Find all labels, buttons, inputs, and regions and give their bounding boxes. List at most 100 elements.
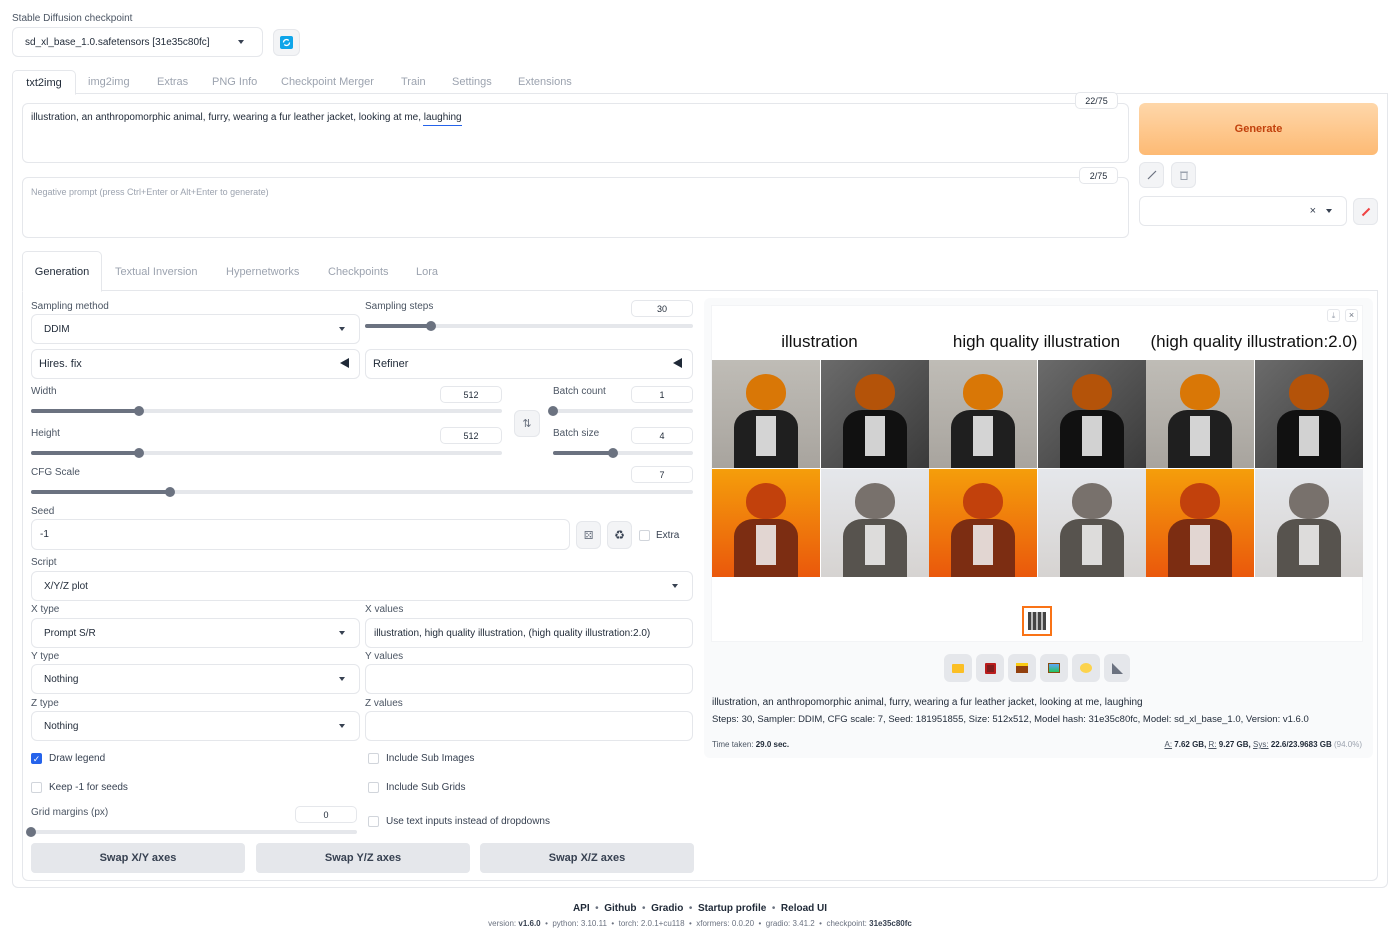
draw-legend-label: Draw legend bbox=[49, 753, 106, 764]
figure-chest bbox=[864, 524, 885, 565]
styles-dropdown[interactable]: × bbox=[1139, 196, 1347, 226]
edit-styles-button[interactable] bbox=[1353, 198, 1378, 225]
cfg-scale-slider[interactable] bbox=[31, 487, 693, 497]
recycle-icon: ♻ bbox=[614, 528, 625, 542]
include-sub-grids-checkbox[interactable] bbox=[368, 782, 379, 793]
send-to-img2img-button[interactable] bbox=[1040, 654, 1068, 682]
sampling-method-dropdown[interactable]: DDIM bbox=[31, 314, 360, 344]
slider-handle[interactable] bbox=[165, 487, 176, 497]
y-type-dropdown[interactable]: Nothing bbox=[31, 664, 360, 694]
x-type-dropdown[interactable]: Prompt S/R bbox=[31, 618, 360, 648]
tab-checkpoint-merger[interactable]: Checkpoint Merger bbox=[281, 76, 374, 88]
height-slider[interactable] bbox=[31, 448, 502, 458]
z-type-dropdown[interactable]: Nothing bbox=[31, 711, 360, 741]
draw-legend-checkbox[interactable]: ✓ bbox=[31, 753, 42, 764]
width-label: Width bbox=[31, 386, 57, 397]
tab-png-info[interactable]: PNG Info bbox=[212, 76, 257, 88]
random-seed-button[interactable]: ⚄ bbox=[576, 521, 601, 549]
close-icon[interactable]: × bbox=[1345, 309, 1358, 322]
include-sub-images-checkbox[interactable] bbox=[368, 753, 379, 764]
hires-fix-accordion[interactable]: Hires. fix bbox=[31, 349, 360, 379]
refiner-accordion[interactable]: Refiner bbox=[365, 349, 693, 379]
slider-handle[interactable] bbox=[26, 827, 36, 837]
tab-extensions[interactable]: Extensions bbox=[518, 76, 572, 88]
checkpoint-dropdown[interactable]: sd_xl_base_1.0.safetensors [31e35c80fc] bbox=[12, 27, 263, 57]
swap-xz-button[interactable]: Swap X/Z axes bbox=[480, 843, 694, 873]
figure-head bbox=[1180, 482, 1220, 519]
z-values-input[interactable] bbox=[365, 711, 693, 741]
grid-header-2: high quality illustration bbox=[952, 332, 1121, 351]
clear-icon[interactable]: × bbox=[1310, 205, 1316, 217]
swap-dimensions-button[interactable]: ⇅ bbox=[514, 410, 540, 437]
keep-seeds-checkbox[interactable] bbox=[31, 782, 42, 793]
generate-button[interactable]: Generate bbox=[1139, 103, 1378, 155]
tab-txt2img[interactable]: txt2img bbox=[12, 70, 76, 95]
download-icon[interactable]: ⤓ bbox=[1327, 309, 1340, 322]
batch-size-slider[interactable] bbox=[553, 448, 693, 458]
swap-xy-button[interactable]: Swap X/Y axes bbox=[31, 843, 245, 873]
pencil-icon bbox=[1361, 207, 1370, 216]
chevron-down-icon bbox=[238, 40, 244, 44]
footer-link-reload-ui[interactable]: Reload UI bbox=[781, 903, 827, 914]
grid-cell-image bbox=[1254, 468, 1363, 577]
tab-extras[interactable]: Extras bbox=[157, 76, 188, 88]
read-params-button[interactable] bbox=[1139, 162, 1164, 188]
y-values-input[interactable] bbox=[365, 664, 693, 694]
tab-lora[interactable]: Lora bbox=[416, 266, 438, 278]
sampling-steps-input[interactable]: 30 bbox=[631, 300, 693, 317]
figure-chest bbox=[756, 416, 776, 456]
send-to-extras-button[interactable] bbox=[1104, 654, 1130, 682]
chevron-down-icon bbox=[1326, 209, 1332, 213]
extra-seed-label: Extra bbox=[656, 530, 680, 541]
negative-prompt-textarea[interactable]: Negative prompt (press Ctrl+Enter or Alt… bbox=[22, 177, 1129, 238]
sampling-steps-slider[interactable] bbox=[365, 321, 693, 331]
batch-count-input[interactable]: 1 bbox=[631, 386, 693, 403]
tab-hypernetworks[interactable]: Hypernetworks bbox=[226, 266, 299, 278]
open-folder-button[interactable] bbox=[944, 654, 972, 682]
tab-img2img[interactable]: img2img bbox=[88, 76, 130, 88]
save-button[interactable] bbox=[976, 654, 1004, 682]
grid-margins-input[interactable]: 0 bbox=[295, 806, 357, 823]
footer-link-gradio[interactable]: Gradio bbox=[651, 903, 683, 914]
grid-margins-slider[interactable] bbox=[26, 827, 357, 837]
width-slider[interactable] bbox=[31, 406, 502, 416]
tab-textual-inversion[interactable]: Textual Inversion bbox=[115, 266, 198, 278]
x-values-input[interactable]: illustration, high quality illustration,… bbox=[365, 618, 693, 648]
cfg-scale-input[interactable]: 7 bbox=[631, 466, 693, 483]
figure-chest bbox=[1298, 524, 1319, 565]
send-to-inpaint-button[interactable] bbox=[1072, 654, 1100, 682]
footer-link-startup-profile[interactable]: Startup profile bbox=[698, 903, 766, 914]
slider-handle[interactable] bbox=[425, 321, 436, 331]
zip-button[interactable] bbox=[1008, 654, 1036, 682]
collapse-triangle-icon bbox=[673, 358, 682, 368]
tab-train[interactable]: Train bbox=[401, 76, 426, 88]
swap-yz-button[interactable]: Swap Y/Z axes bbox=[256, 843, 470, 873]
seed-input[interactable]: -1 bbox=[31, 519, 570, 550]
tab-settings[interactable]: Settings bbox=[452, 76, 492, 88]
script-dropdown[interactable]: X/Y/Z plot bbox=[31, 571, 693, 601]
batch-size-input[interactable]: 4 bbox=[631, 427, 693, 444]
footer-link-api[interactable]: API bbox=[573, 903, 590, 914]
height-input[interactable]: 512 bbox=[440, 427, 502, 444]
gallery-thumbnail[interactable] bbox=[1022, 606, 1052, 636]
folder-icon bbox=[952, 663, 964, 673]
slider-handle[interactable] bbox=[548, 406, 558, 416]
python-label: python: bbox=[552, 919, 579, 928]
collapse-triangle-icon bbox=[340, 358, 349, 368]
tab-checkpoints[interactable]: Checkpoints bbox=[328, 266, 389, 278]
width-input[interactable]: 512 bbox=[440, 386, 502, 403]
batch-count-slider[interactable] bbox=[548, 406, 693, 416]
use-text-inputs-checkbox[interactable] bbox=[368, 816, 379, 827]
tab-generation[interactable]: Generation bbox=[22, 251, 102, 292]
z-type-label: Z type bbox=[31, 698, 59, 709]
reuse-seed-button[interactable]: ♻ bbox=[607, 521, 632, 549]
refresh-checkpoint-button[interactable] bbox=[273, 29, 300, 56]
seed-value: -1 bbox=[40, 529, 49, 540]
checkpoint-hash-label: checkpoint: bbox=[826, 919, 867, 928]
footer-link-github[interactable]: Github bbox=[604, 903, 636, 914]
mem-a: 7.62 GB, bbox=[1174, 740, 1207, 749]
figure-head bbox=[1180, 374, 1220, 410]
prompt-textarea[interactable]: illustration, an anthropomorphic animal,… bbox=[22, 103, 1129, 163]
clear-prompt-button[interactable] bbox=[1171, 162, 1196, 188]
extra-seed-checkbox[interactable] bbox=[639, 530, 650, 541]
